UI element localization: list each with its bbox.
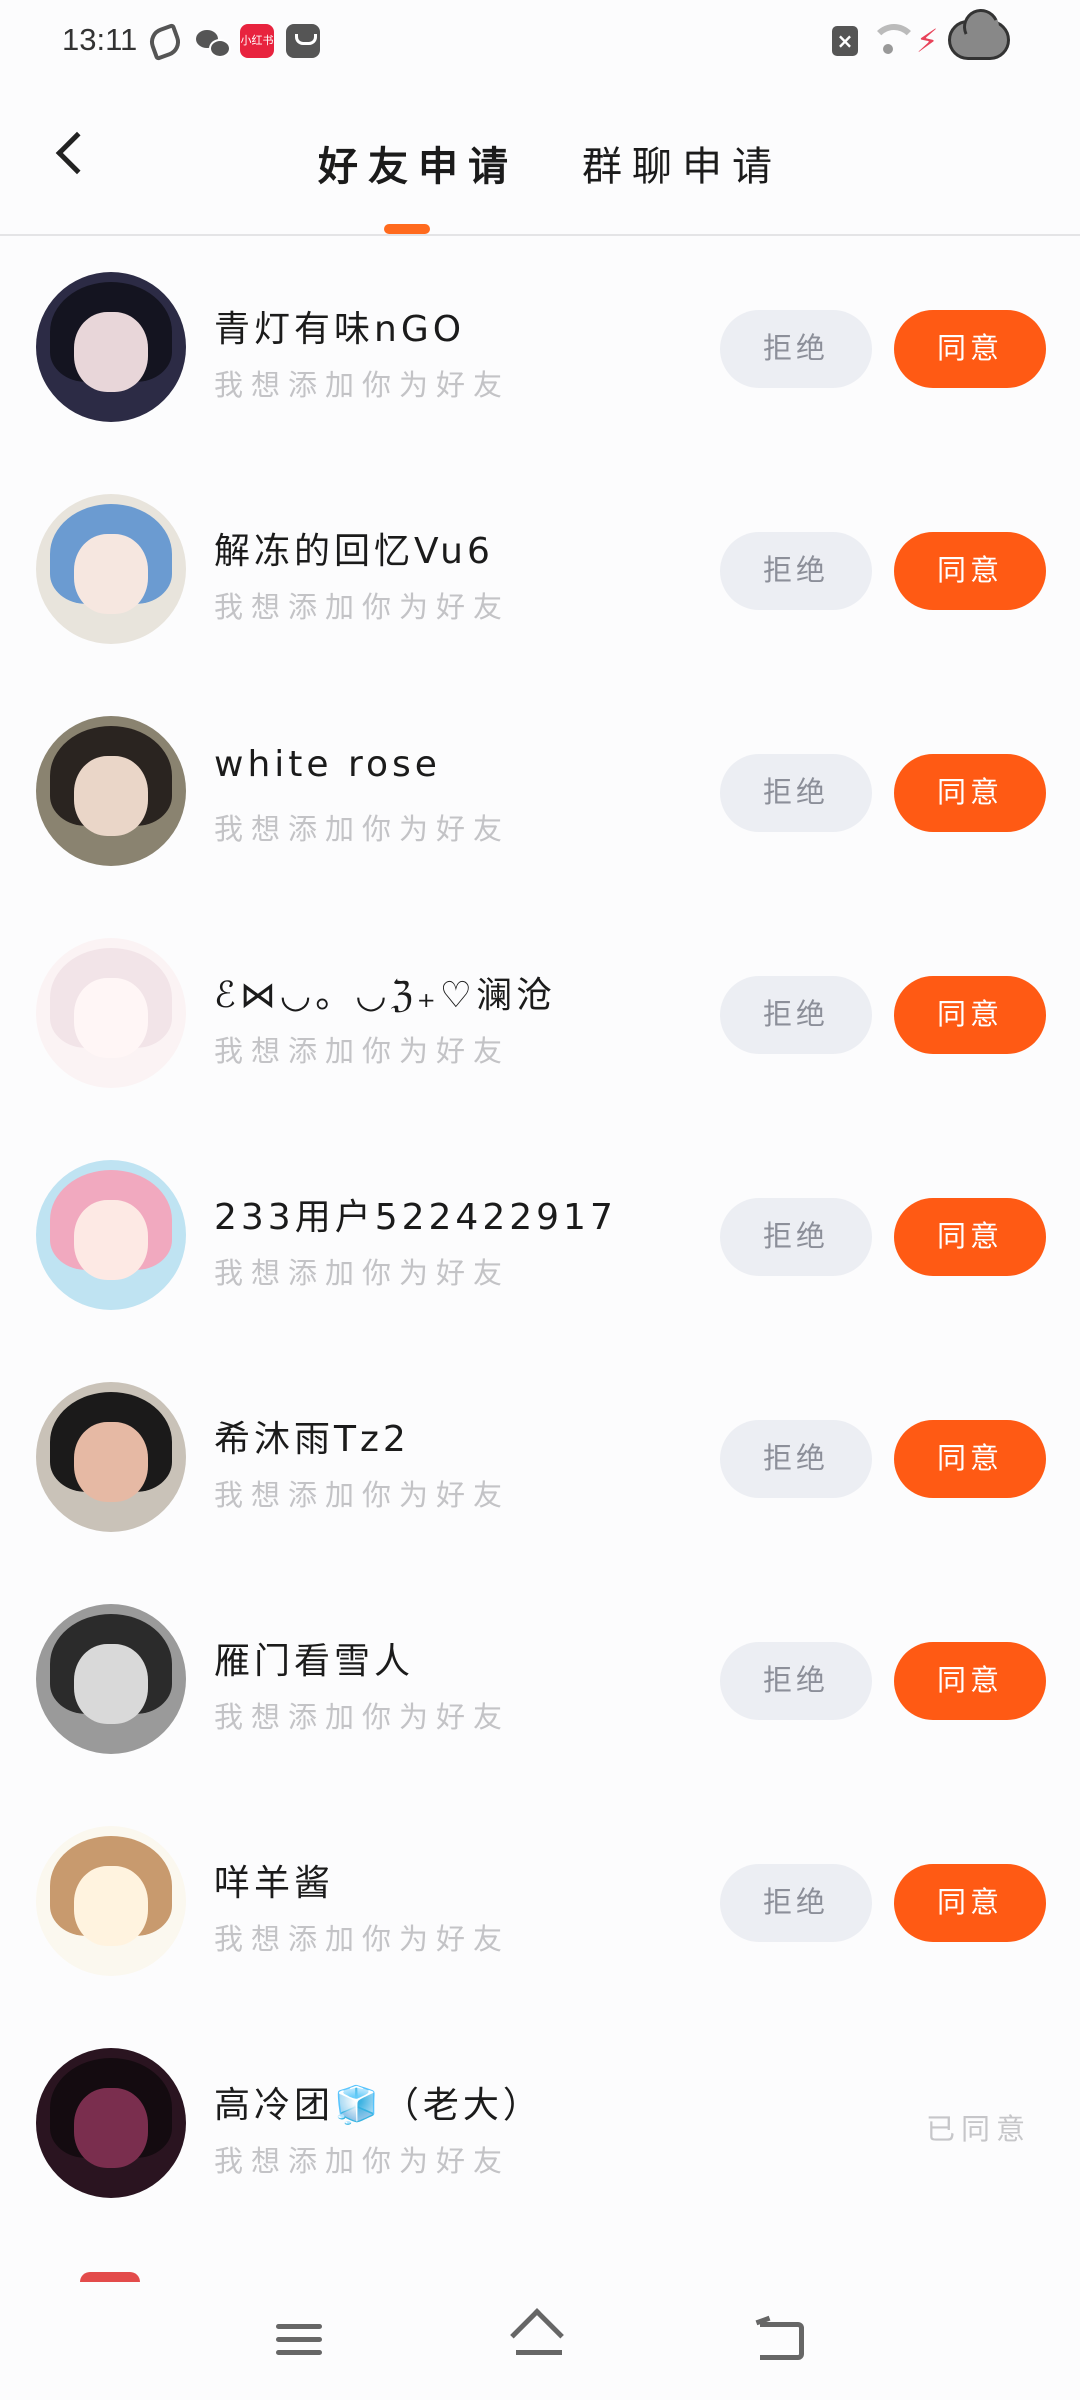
menu-icon[interactable] [276,2320,324,2360]
request-message: 我想添加你为好友 [214,1034,511,1068]
navigation-bar [0,2290,1080,2400]
requester-name: white rose [214,744,441,785]
avatar[interactable] [36,716,186,866]
back-button[interactable] [48,124,104,194]
system-status-icons: × ⚡ [820,0,1080,84]
back-icon[interactable] [755,2315,806,2362]
requester-name: 233用户522422917 [214,1197,617,1238]
status-time: 13:11 [62,22,138,57]
request-message: 我想添加你为好友 [214,368,511,402]
avatar[interactable] [36,1382,186,1532]
requester-name: 青灯有味nGO [214,309,466,350]
list-item[interactable]: white rose 我想添加你为好友 拒绝 同意 [0,682,1080,904]
header: 好友申请 群聊申请 [0,84,1080,236]
accepted-status: 已同意 [926,2112,1032,2146]
avatar[interactable] [36,494,186,644]
avatar[interactable] [36,2048,186,2198]
sim-disabled-icon: × [832,26,858,56]
cloud-icon [948,20,1010,60]
reject-button[interactable]: 拒绝 [720,976,872,1054]
requester-name: 雁门看雪人 [214,1641,415,1682]
requester-name: 咩羊酱 [214,1863,335,1904]
list-item[interactable]: 解冻的回忆Vu6 我想添加你为好友 拒绝 同意 [0,460,1080,682]
request-message: 我想添加你为好友 [214,1478,511,1512]
accept-button[interactable]: 同意 [894,1642,1046,1720]
tab-active-indicator [384,224,430,234]
accept-button[interactable]: 同意 [894,1864,1046,1942]
partial-avatar [80,2272,140,2282]
list-item[interactable]: 233用户522422917 我想添加你为好友 拒绝 同意 [0,1126,1080,1348]
chevron-left-icon [55,131,99,175]
requester-name: 希沐雨Tz2 [214,1419,410,1460]
friend-request-list: 青灯有味nGO 我想添加你为好友 拒绝 同意 解冻的回忆Vu6 我想添加你为好友… [0,238,1080,2236]
wifi-icon [870,24,910,58]
tab-friend-requests[interactable]: 好友申请 [318,134,518,192]
list-item[interactable]: ℰ⋈◡。◡ℨ₊♡澜沧 我想添加你为好友 拒绝 同意 [0,904,1080,1126]
accept-button[interactable]: 同意 [894,1420,1046,1498]
avatar[interactable] [36,272,186,422]
list-item[interactable]: 雁门看雪人 我想添加你为好友 拒绝 同意 [0,1570,1080,1792]
requester-name: ℰ⋈◡。◡ℨ₊♡澜沧 [214,975,557,1016]
accept-button[interactable]: 同意 [894,754,1046,832]
reject-button[interactable]: 拒绝 [720,754,872,832]
accept-button[interactable]: 同意 [894,1198,1046,1276]
request-message: 我想添加你为好友 [214,590,511,624]
redbook-icon: 小红书 [240,24,274,58]
request-message: 我想添加你为好友 [214,1256,511,1290]
list-item[interactable]: 高冷团🧊（老大） 我想添加你为好友 已同意 [0,2014,1080,2236]
list-item[interactable]: 希沐雨Tz2 我想添加你为好友 拒绝 同意 [0,1348,1080,1570]
request-message: 我想添加你为好友 [214,1700,511,1734]
status-bar: 13:11 小红书 × ⚡ [0,0,1080,84]
reject-button[interactable]: 拒绝 [720,532,872,610]
request-message: 我想添加你为好友 [214,812,511,846]
reject-button[interactable]: 拒绝 [720,1642,872,1720]
reject-button[interactable]: 拒绝 [720,1864,872,1942]
avatar[interactable] [36,938,186,1088]
reject-button[interactable]: 拒绝 [720,1420,872,1498]
reject-button[interactable]: 拒绝 [720,310,872,388]
wechat-icon [196,26,231,60]
request-message: 我想添加你为好友 [214,2144,511,2178]
request-message: 我想添加你为好友 [214,1922,511,1956]
list-item[interactable]: 咩羊酱 我想添加你为好友 拒绝 同意 [0,1792,1080,2014]
home-icon[interactable] [510,2308,570,2364]
tab-group-requests[interactable]: 群聊申请 [582,134,782,192]
requester-name: 高冷团🧊（老大） [214,2085,543,2126]
accept-button[interactable]: 同意 [894,532,1046,610]
accept-button[interactable]: 同意 [894,310,1046,388]
avatar[interactable] [36,1826,186,1976]
reject-button[interactable]: 拒绝 [720,1198,872,1276]
avatar[interactable] [36,1604,186,1754]
leaf-icon [145,22,185,62]
bag-icon [286,24,320,58]
list-item[interactable]: 青灯有味nGO 我想添加你为好友 拒绝 同意 [0,238,1080,460]
requester-name: 解冻的回忆Vu6 [214,531,494,572]
charging-icon: ⚡ [916,22,939,60]
accept-button[interactable]: 同意 [894,976,1046,1054]
avatar[interactable] [36,1160,186,1310]
